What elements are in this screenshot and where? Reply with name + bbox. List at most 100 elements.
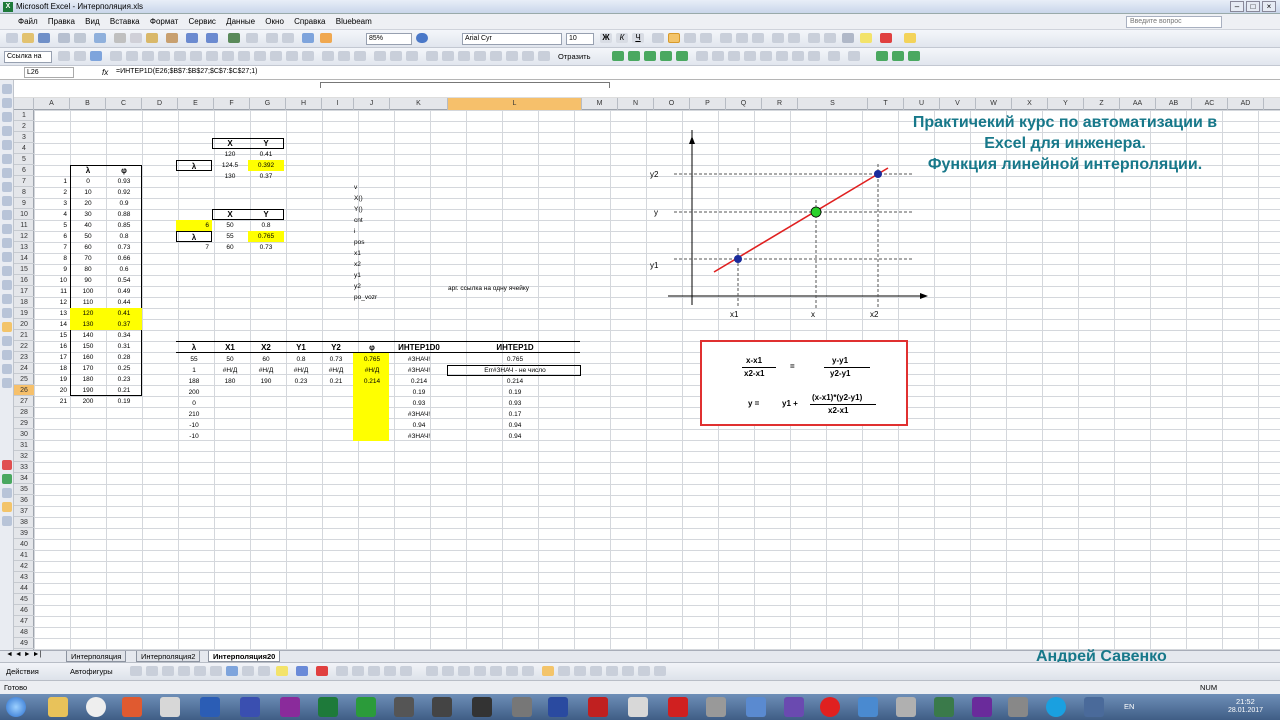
bottom-cell[interactable] <box>284 420 318 431</box>
toolbar2-icon-10[interactable] <box>206 51 218 61</box>
toolbar2-icon-32[interactable] <box>712 51 724 61</box>
row-header[interactable]: 41 <box>14 550 34 561</box>
photoshop-icon[interactable] <box>548 697 568 717</box>
start-icon[interactable] <box>6 697 26 717</box>
print-icon[interactable] <box>58 33 70 43</box>
var-name[interactable]: y2 <box>354 281 361 292</box>
undo-icon[interactable] <box>186 33 198 43</box>
index-cell[interactable]: 16 <box>34 341 70 352</box>
left-tool-icon-11[interactable] <box>2 224 12 234</box>
app-icon-3[interactable] <box>628 697 648 717</box>
col-header[interactable]: W <box>976 98 1012 110</box>
currency-icon[interactable] <box>720 33 732 43</box>
fx-icon[interactable]: fx <box>102 68 108 77</box>
phi-cell[interactable]: 0.8 <box>106 231 142 242</box>
increase-decimal-icon[interactable] <box>772 33 784 43</box>
phi-cell[interactable]: 0.44 <box>106 297 142 308</box>
left-tool-icon-16[interactable] <box>2 294 12 304</box>
bottom-cell[interactable]: #ЗНАЧ! <box>390 409 448 420</box>
phi-cell[interactable]: 0.28 <box>106 352 142 363</box>
bottom-cell[interactable] <box>248 398 284 409</box>
toolbar2-icon-19[interactable] <box>354 51 366 61</box>
left-tool-icon-23[interactable] <box>2 460 12 470</box>
word-icon[interactable] <box>200 697 220 717</box>
select-all-corner[interactable] <box>14 98 34 110</box>
restore-button[interactable]: □ <box>1246 1 1260 12</box>
wordart-tool-icon[interactable] <box>210 666 222 676</box>
autoshapes-menu[interactable]: Автофигуры <box>70 667 113 676</box>
toolbar2-icon-14[interactable] <box>270 51 282 61</box>
green-icon-3[interactable] <box>644 51 656 61</box>
row-header[interactable]: 39 <box>14 528 34 539</box>
bottom-cell[interactable]: #Н/Д <box>248 365 284 376</box>
toolbar2-icon-1[interactable] <box>58 51 70 61</box>
lambda-cell[interactable]: 60 <box>70 242 106 253</box>
cell[interactable]: 0.41 <box>248 149 284 160</box>
toolbar2-icon-30[interactable] <box>538 51 550 61</box>
draw-extra-icon-2[interactable] <box>442 666 454 676</box>
draw-extra-icon-7[interactable] <box>522 666 534 676</box>
toolbar2-icon-34[interactable] <box>744 51 756 61</box>
draw-extra-icon-3[interactable] <box>458 666 470 676</box>
left-tool-icon-8[interactable] <box>2 182 12 192</box>
toolbar2-icon-27[interactable] <box>490 51 502 61</box>
index-cell[interactable]: 12 <box>34 297 70 308</box>
col-header[interactable]: H <box>286 98 322 110</box>
index-cell[interactable]: 18 <box>34 363 70 374</box>
copy-icon[interactable] <box>130 33 142 43</box>
bottom-cell[interactable]: -10 <box>176 431 212 442</box>
media-icon[interactable] <box>86 697 106 717</box>
left-tool-icon-21[interactable] <box>2 364 12 374</box>
row-header[interactable]: 30 <box>14 429 34 440</box>
worksheet-grid[interactable]: λ φ X Y 120 0.41 λ 124.5 0.392 130 0.37 … <box>34 110 1280 650</box>
format-painter-icon[interactable] <box>166 33 178 43</box>
row-header[interactable]: 4 <box>14 143 34 154</box>
var-name[interactable]: Y() <box>354 204 363 215</box>
toolbar2-icon-38[interactable] <box>808 51 820 61</box>
sheet-tab-3-active[interactable]: Интерполяция20 <box>208 651 281 662</box>
green-icon-7[interactable] <box>892 51 904 61</box>
bottom-cell[interactable]: #ЗНАЧ! <box>390 365 448 376</box>
link-to-select[interactable]: Ссылка на <box>4 51 52 63</box>
bottom-cell[interactable] <box>318 409 354 420</box>
toolbar2-icon-39[interactable] <box>828 51 840 61</box>
lambda-cell[interactable]: 50 <box>70 231 106 242</box>
left-tool-icon-1[interactable] <box>2 84 12 94</box>
row-header[interactable]: 9 <box>14 198 34 209</box>
cell[interactable]: 120 <box>212 149 248 160</box>
var-name[interactable]: i <box>354 226 355 237</box>
left-tool-icon-15[interactable] <box>2 280 12 290</box>
row-header[interactable]: 37 <box>14 506 34 517</box>
bottom-cell[interactable]: 0.765 <box>354 354 390 365</box>
bottom-cell[interactable] <box>318 420 354 431</box>
menu-tools[interactable]: Сервис <box>189 14 216 30</box>
left-tool-icon-12[interactable] <box>2 238 12 248</box>
menu-view[interactable]: Вид <box>85 14 99 30</box>
font-color-icon[interactable] <box>880 33 892 43</box>
actions-menu[interactable]: Действия <box>6 667 39 676</box>
player-icon[interactable] <box>122 697 142 717</box>
menu-window[interactable]: Окно <box>265 14 284 30</box>
index-cell[interactable]: 13 <box>34 308 70 319</box>
bottom-cell[interactable] <box>212 420 248 431</box>
lambda-cell[interactable]: 90 <box>70 275 106 286</box>
row-header[interactable]: 48 <box>14 627 34 638</box>
line-tool-icon[interactable] <box>130 666 142 676</box>
col-header[interactable]: AC <box>1192 98 1228 110</box>
arrow-style-tool-icon[interactable] <box>368 666 380 676</box>
green-icon-8[interactable] <box>908 51 920 61</box>
row-header[interactable]: 3 <box>14 132 34 143</box>
phi-cell[interactable]: 0.41 <box>106 308 142 319</box>
row-header[interactable]: 13 <box>14 242 34 253</box>
menu-data[interactable]: Данные <box>226 14 255 30</box>
draw-extra-icon-10[interactable] <box>574 666 586 676</box>
cell[interactable]: 0.8 <box>248 220 284 231</box>
phi-cell[interactable]: 0.37 <box>106 319 142 330</box>
index-cell[interactable]: 10 <box>34 275 70 286</box>
row-header[interactable]: 46 <box>14 605 34 616</box>
row-header[interactable]: 11 <box>14 220 34 231</box>
toolbar2-icon-25[interactable] <box>458 51 470 61</box>
col-header[interactable]: T <box>868 98 904 110</box>
row-header[interactable]: 5 <box>14 154 34 165</box>
bottom-cell[interactable] <box>248 431 284 442</box>
